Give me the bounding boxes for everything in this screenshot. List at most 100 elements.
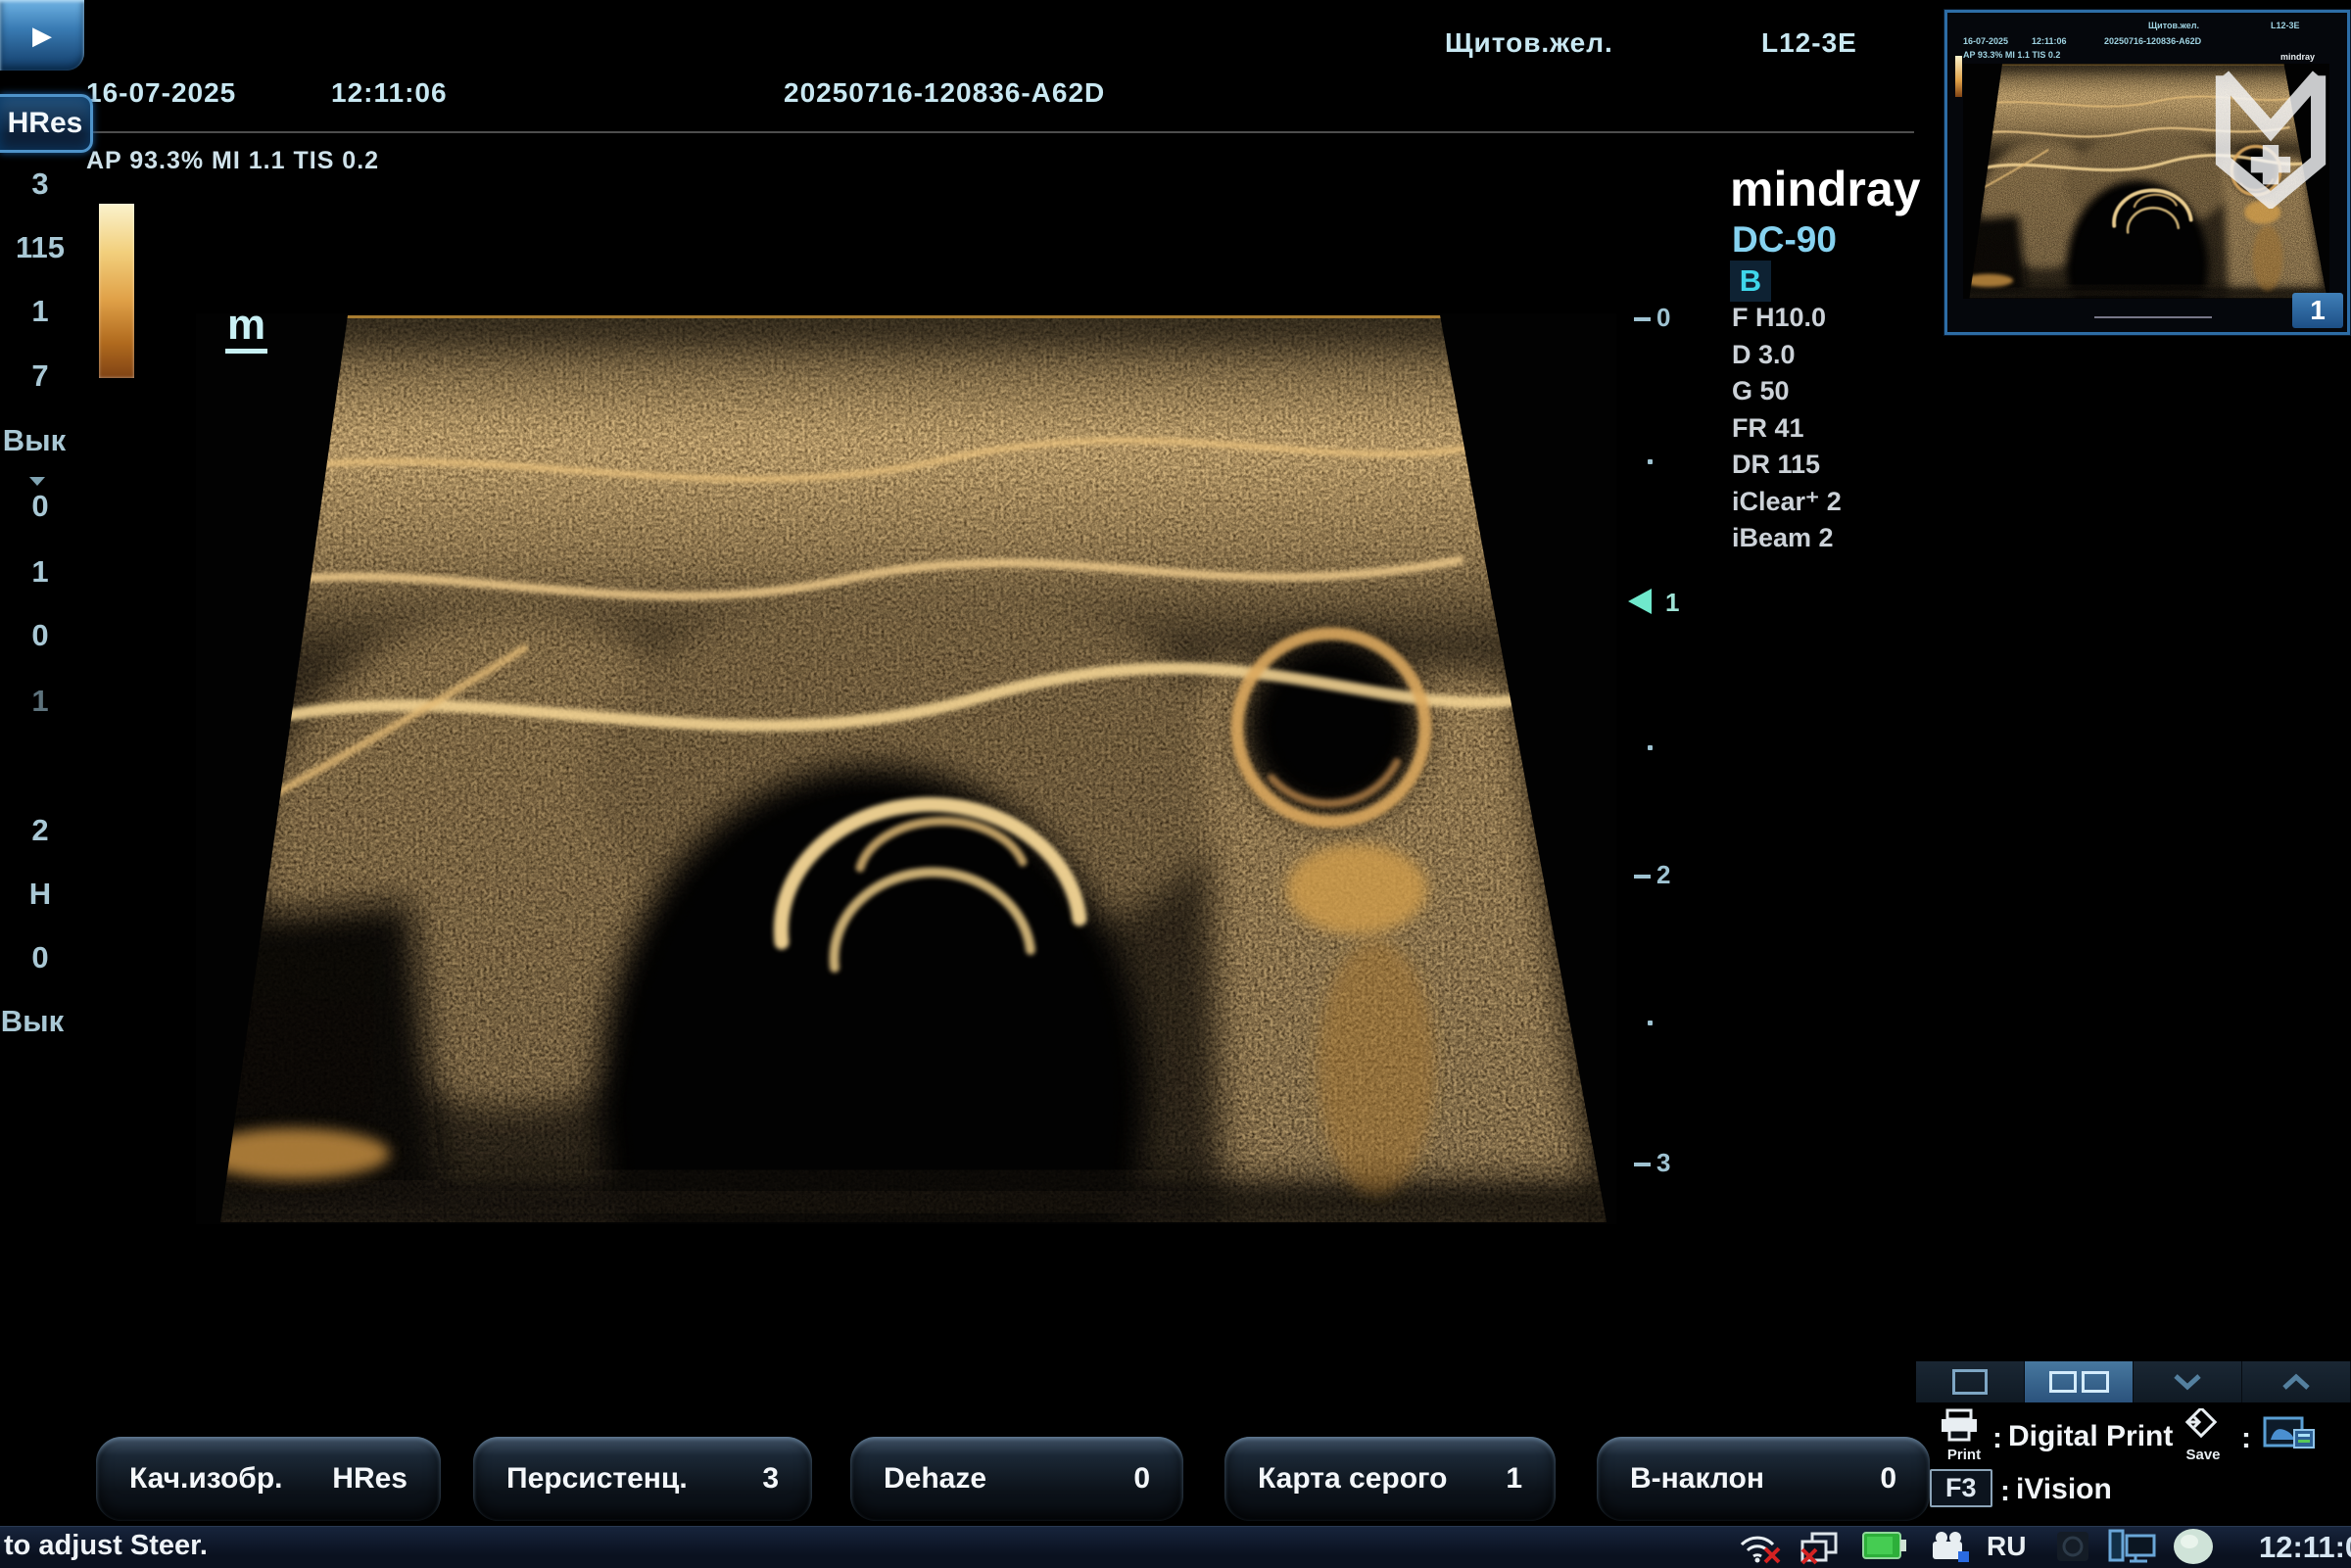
- print-key-hint: Print: [1938, 1408, 1991, 1463]
- softkey-label: Персистенц.: [506, 1462, 688, 1496]
- probe-label: L12-3E: [1761, 27, 1857, 59]
- tab-single-frame[interactable]: [1916, 1361, 2025, 1402]
- thumbnail-index-label: 1: [2310, 295, 2326, 326]
- dimmed-status-icon: [2056, 1531, 2089, 1562]
- sidebar-value: H: [0, 875, 80, 914]
- brand-model: DC-90: [1732, 219, 1837, 261]
- tab-collapse[interactable]: [2134, 1361, 2242, 1402]
- sidebar-value: 3: [0, 165, 80, 204]
- watermark-logo-icon: [2212, 70, 2329, 209]
- acoustic-output-readout: AP 93.3% MI 1.1 TIS 0.2: [86, 147, 379, 175]
- sidebar-dropdown-label: Вык: [3, 423, 66, 457]
- softkey-label: Карта серого: [1258, 1462, 1447, 1496]
- depth-minor-tick: [1648, 459, 1653, 464]
- thumb-acoustic: AP 93.3% MI 1.1 TIS 0.2: [1963, 50, 2060, 60]
- thumb-exam-id: 20250716-120836-A62D: [2104, 36, 2201, 46]
- depth-tick-2: 2: [1634, 860, 1703, 889]
- param-depth: D 3.0: [1732, 337, 1987, 373]
- softkey-persistence[interactable]: Персистенц. 3: [473, 1437, 812, 1521]
- chevron-up-icon: [2281, 1373, 2311, 1391]
- panel-expand-tab[interactable]: ▶: [0, 0, 84, 71]
- sidebar-value: 1: [0, 292, 80, 331]
- header-separator: [84, 131, 1914, 133]
- tick-label: 2: [1656, 860, 1670, 889]
- focus-marker-icon[interactable]: [1626, 587, 1655, 616]
- camera-icon: [1931, 1530, 1972, 1563]
- softkey-value: 0: [1880, 1462, 1896, 1496]
- tick-dash: [1634, 1163, 1651, 1166]
- single-frame-icon: [1952, 1369, 1988, 1395]
- status-indicator-icon: [2172, 1528, 2215, 1565]
- status-message: to adjust Steer.: [4, 1530, 208, 1562]
- status-clock: 12:11:06: [2259, 1530, 2351, 1565]
- softkey-image-quality[interactable]: Кач.изобр. HRes: [96, 1437, 441, 1521]
- exam-preset-label: Щитов.жел.: [1445, 27, 1613, 59]
- softkey-value: HRes: [332, 1462, 408, 1496]
- grayscale-colorbar: [99, 204, 134, 378]
- mode-badge: B: [1730, 261, 1771, 302]
- sidebar-value: 7: [0, 356, 80, 396]
- tick-dash: [1634, 875, 1651, 879]
- image-quality-tab-label: HRes: [8, 107, 83, 140]
- wifi-disconnected-icon: [1738, 1531, 1783, 1564]
- save-key-hint: Save: [2179, 1408, 2228, 1463]
- f3-keycap: F3: [1930, 1469, 1992, 1507]
- save-key-label: Save: [2179, 1447, 2228, 1463]
- focus-marker-label: 1: [1665, 588, 1679, 618]
- thumb-ruler: [2094, 316, 2212, 318]
- softkey-label: Dehaze: [884, 1462, 986, 1496]
- exam-time: 12:11:06: [331, 77, 448, 109]
- softkey-value: 0: [1133, 1462, 1150, 1496]
- exam-date: 16-07-2025: [86, 77, 236, 109]
- param-framerate: FR 41: [1732, 410, 1987, 447]
- print-key-label: Print: [1938, 1447, 1991, 1463]
- battery-icon: [1862, 1532, 1907, 1559]
- ultrasound-image: [196, 313, 1616, 1224]
- sidebar-value: 0: [0, 616, 80, 655]
- colon: :: [2000, 1475, 2010, 1508]
- sidebar-value: 0: [0, 938, 80, 977]
- keyboard-language[interactable]: RU: [1987, 1531, 2026, 1562]
- sidebar-value: 115: [0, 228, 80, 267]
- softkey-dehaze[interactable]: Dehaze 0: [850, 1437, 1183, 1521]
- cine-thumbnail[interactable]: Щитов.жел. L12-3E 16-07-2025 12:11:06 20…: [1944, 10, 2350, 335]
- sidebar-value: Вык: [0, 1002, 72, 1041]
- softkey-label: Кач.изобр.: [129, 1462, 283, 1496]
- thumb-colorbar: [1955, 56, 1962, 97]
- screen-save-icon: [2263, 1414, 2318, 1457]
- softkey-b-steer[interactable]: В-наклон 0: [1597, 1437, 1930, 1521]
- f3-action-label: iVision: [2016, 1473, 2112, 1506]
- thumb-time: 12:11:06: [2032, 36, 2067, 46]
- depth-minor-tick: [1648, 1021, 1653, 1025]
- sidebar-value: 1: [0, 552, 80, 592]
- chevron-down-icon: [2173, 1373, 2202, 1391]
- workstation-icon: [2108, 1529, 2157, 1564]
- thumb-date: 16-07-2025: [1963, 36, 2008, 46]
- softkey-value: 3: [762, 1462, 779, 1496]
- sidebar-value-dim: 1: [0, 682, 80, 721]
- depth-minor-tick: [1648, 745, 1653, 750]
- param-ibeam: iBeam 2: [1732, 520, 1987, 556]
- softkey-value: 1: [1506, 1462, 1522, 1496]
- thumbnail-index-badge: 1: [2292, 293, 2343, 328]
- tab-dual-frame[interactable]: [2025, 1361, 2134, 1402]
- chevron-down-icon: [29, 477, 45, 486]
- param-iclear: iClear⁺ 2: [1732, 484, 1987, 520]
- depth-tick-3: 3: [1634, 1148, 1703, 1177]
- image-quality-tab[interactable]: HRes: [0, 94, 93, 153]
- dual-frame-icon: [2082, 1371, 2109, 1393]
- sidebar-value: 0: [0, 487, 80, 526]
- save-icon: [2179, 1408, 2222, 1442]
- mode-badge-label: B: [1740, 263, 1761, 299]
- layout-tabstrip: [1916, 1361, 2351, 1402]
- tick-label: 3: [1656, 1148, 1670, 1177]
- softkey-gray-map[interactable]: Карта серого 1: [1224, 1437, 1556, 1521]
- sidebar-dropdown-off[interactable]: Вык: [0, 421, 74, 460]
- colon: :: [2241, 1422, 2251, 1455]
- network-disconnected-icon: [1799, 1530, 1844, 1565]
- thumb-preset: Щитов.жел.: [2148, 21, 2199, 30]
- param-gain: G 50: [1732, 373, 1987, 409]
- tab-expand[interactable]: [2242, 1361, 2351, 1402]
- tick-label: 0: [1656, 303, 1670, 332]
- colon: :: [1992, 1422, 2002, 1455]
